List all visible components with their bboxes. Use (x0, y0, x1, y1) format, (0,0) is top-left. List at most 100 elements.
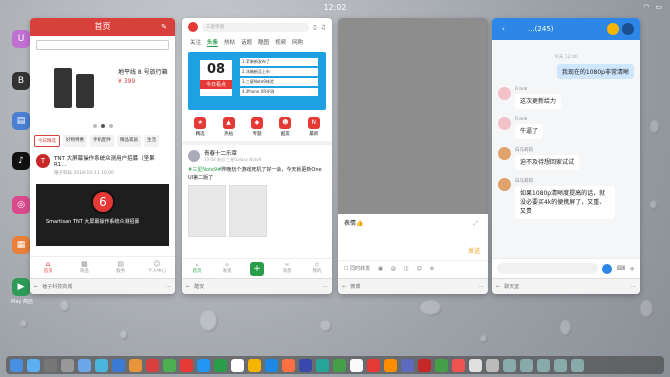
avatar-icon[interactable] (607, 23, 619, 35)
trash-icon[interactable] (486, 358, 499, 372)
dock-icon[interactable] (520, 358, 533, 372)
dock-icon[interactable] (129, 358, 142, 372)
tab-hot[interactable]: 热帖 (224, 38, 235, 47)
emoji-icon[interactable]: ☺ (417, 266, 422, 272)
dock-icon[interactable] (401, 358, 414, 372)
compose-field[interactable]: 表情👍 (344, 218, 482, 256)
tab-home[interactable]: 精品家居 (117, 135, 141, 147)
quick-featured[interactable]: ★ 精选 (194, 117, 207, 137)
keyboard-icon[interactable]: ⌨ (616, 265, 625, 272)
tab-video[interactable]: 视频 (275, 38, 286, 47)
dock-icon[interactable] (146, 358, 159, 372)
dock-icon[interactable] (554, 358, 567, 372)
app-icon-2[interactable]: B (12, 72, 30, 90)
tnt-promo-image[interactable]: 6 Smartisan TNT 大屏幕操作系统众测招募 (36, 184, 169, 246)
tab-featured[interactable]: 今日精选 (34, 135, 60, 147)
tiktok-icon[interactable]: ♪ (12, 152, 30, 170)
card2-search-input[interactable]: 三星评测 (202, 22, 310, 32)
dock-icon[interactable] (435, 358, 448, 372)
expand-icon[interactable]: ⤢ (473, 220, 478, 228)
mic-icon[interactable] (602, 263, 613, 274)
add-icon[interactable]: ⊕ (430, 266, 434, 272)
dock-icon[interactable] (384, 358, 397, 372)
dock-icon[interactable] (418, 358, 431, 372)
dock-icon[interactable] (282, 358, 295, 372)
dock-icon[interactable] (503, 358, 516, 372)
back-icon[interactable]: ← (34, 284, 38, 290)
avatar[interactable] (498, 87, 511, 100)
app-card-qq-chat[interactable]: ‹ ...(245) 今天 12:00 我现在的1080p非常清晰 Frank 这… (492, 18, 640, 294)
tab-topic[interactable]: 话题 (241, 38, 252, 47)
app-icon-6[interactable]: ▦ (12, 236, 30, 254)
dock-icon[interactable] (197, 358, 210, 372)
dock-icon[interactable] (214, 358, 227, 372)
card4-search-bar[interactable]: ← 聊天室 ⋯ (492, 278, 640, 294)
app-card-weibo-compose[interactable]: 表情👍 ⤢ 发送 ☐ 同时转发 ▣ @ ◫ ☺ ⊕ ← 微博 ⋯ (338, 18, 488, 294)
dock-icon[interactable] (299, 358, 312, 372)
app-card-smartisan-mall[interactable]: 首页 ✎ 地平线 8 号旅行箱 ¥ 399 今日精选 好物特惠 手机配件 精品家… (30, 18, 175, 294)
dock-icon[interactable] (333, 358, 346, 372)
nav-discover[interactable]: ◎ 发现 (212, 263, 242, 274)
nav-profile[interactable]: ☺ 个人中心 (139, 257, 175, 278)
image-icon[interactable]: ▣ (378, 266, 383, 272)
card1-search-box[interactable] (36, 40, 169, 50)
nav-post[interactable]: + (242, 261, 272, 276)
card1-post[interactable]: T TNT 大屏幕操作系统众测用户招募（坚果 R1… 锤子科技 2018-10-… (30, 150, 175, 180)
doc-icon[interactable]: ▯ (313, 24, 316, 31)
dock-icon[interactable] (265, 358, 278, 372)
tab-pics[interactable]: 酷图 (258, 38, 269, 47)
tab-accessories[interactable]: 手机配件 (90, 135, 114, 147)
dock-icon[interactable] (180, 358, 193, 372)
avatar[interactable] (498, 178, 511, 191)
send-button[interactable]: 发送 (468, 246, 480, 255)
card1-search-bar[interactable]: ← 锤子科技商城 ⋯ (30, 278, 175, 294)
card2-bottom-search[interactable]: 酷安 (194, 283, 319, 290)
dock-icon[interactable] (350, 358, 363, 372)
thumbnail[interactable] (229, 185, 267, 237)
nav-home[interactable]: ⌂ 首页 (30, 257, 66, 278)
play-store-icon[interactable]: ▶ (12, 278, 30, 296)
instagram-icon[interactable]: ◎ (12, 196, 30, 214)
share-icon[interactable]: ⋯ (166, 284, 171, 290)
share-icon[interactable]: ⋯ (631, 284, 636, 290)
back-icon[interactable]: ← (342, 284, 346, 290)
dock-icon[interactable] (571, 358, 584, 372)
back-icon[interactable]: ← (186, 284, 190, 290)
dock-icon[interactable] (469, 358, 482, 372)
dock-icon[interactable] (112, 358, 125, 372)
nav-home[interactable]: ⌂ 首页 (182, 263, 212, 274)
dock-icon[interactable] (537, 358, 550, 372)
dock-icon[interactable] (367, 358, 380, 372)
card2-search-bar[interactable]: ← 酷安 ⋯ (182, 278, 332, 294)
card3-bottom-search[interactable]: 微博 (350, 283, 475, 290)
dock-icon[interactable] (78, 358, 91, 372)
repost-checkbox[interactable]: ☐ 同时转发 (344, 265, 370, 272)
card1-bottom-search[interactable]: 锤子科技商城 (42, 283, 162, 290)
dock-icon[interactable] (163, 358, 176, 372)
nav-products[interactable]: ▦ 商品 (66, 257, 102, 278)
tab-headline[interactable]: 头条 (207, 38, 219, 47)
group-icon[interactable] (622, 23, 634, 35)
dock-icon[interactable] (44, 358, 57, 372)
quick-friends[interactable]: ☻ 酷友 (279, 117, 292, 137)
app-icon-1[interactable]: U (12, 30, 30, 48)
share-icon[interactable]: ⋯ (323, 284, 328, 290)
daily-hero-banner[interactable]: 08 今日看点 1.苹果新发布了 2.冰箱新品上市 3.三星Note9体验 4.… (188, 52, 326, 110)
edit-icon[interactable]: ✎ (161, 18, 167, 36)
dock-icon[interactable] (95, 358, 108, 372)
dock-icon[interactable] (316, 358, 329, 372)
at-icon[interactable]: @ (391, 266, 396, 272)
quick-hot[interactable]: ▲ 热帖 (222, 117, 235, 137)
feed-item[interactable]: 青春十二乐章 10-08 来自 三星Galaxy Note9 #三星Note9#… (182, 141, 332, 241)
share-icon[interactable]: ⋯ (479, 284, 484, 290)
nav-service[interactable]: ▤ 服务 (103, 257, 139, 278)
thumbnail[interactable] (188, 185, 226, 237)
avatar[interactable] (498, 117, 511, 130)
nav-me[interactable]: ☺ 我的 (302, 263, 332, 274)
card3-search-bar[interactable]: ← 微博 ⋯ (338, 278, 488, 294)
feed-tag[interactable]: #三星Note9# (188, 167, 221, 173)
luggage-banner[interactable]: 地平线 8 号旅行箱 ¥ 399 (36, 54, 169, 120)
dock-icon[interactable] (10, 358, 23, 372)
back-icon[interactable]: ‹ (502, 25, 505, 33)
tab-follow[interactable]: 关注 (190, 38, 201, 47)
